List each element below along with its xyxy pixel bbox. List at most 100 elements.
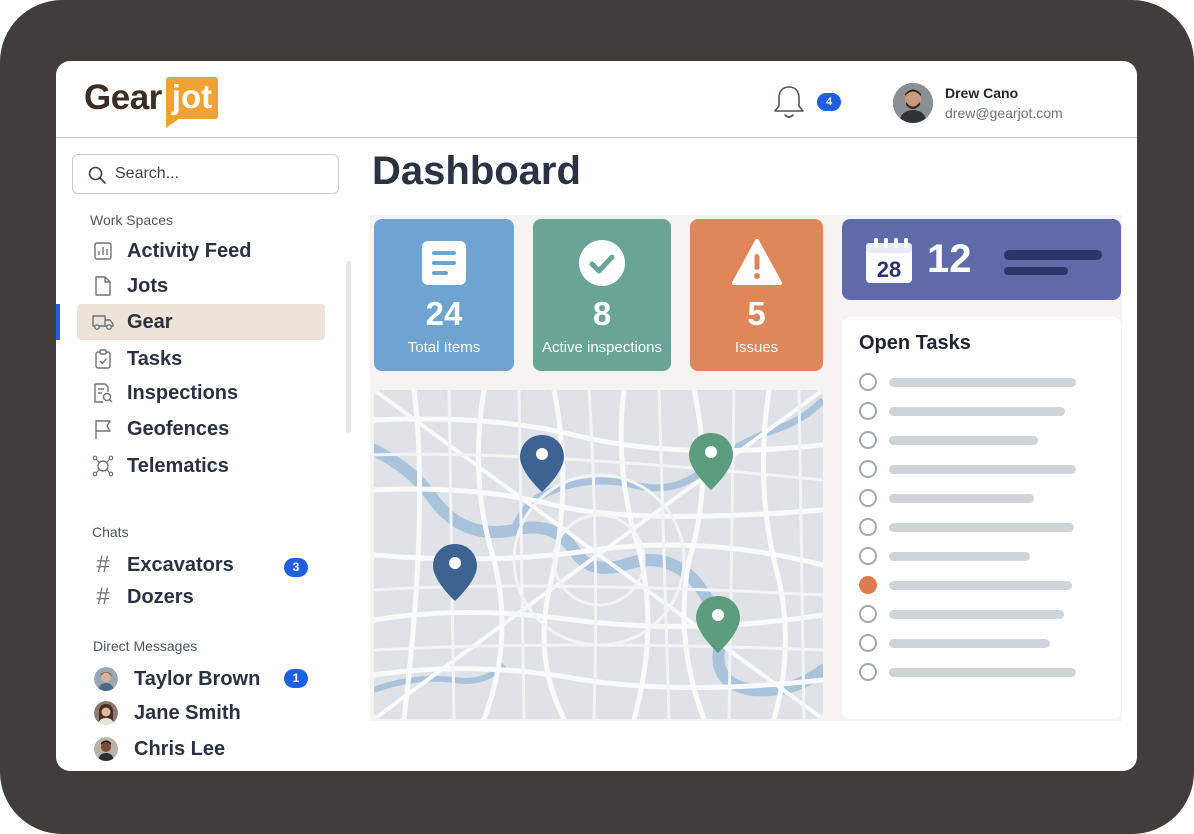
- stat-card-total-items[interactable]: 24 Total Items: [374, 219, 514, 371]
- sidebar-item-label: Tasks: [127, 347, 183, 370]
- search-box[interactable]: [72, 154, 339, 194]
- sidebar-item-label: Gear: [127, 310, 173, 333]
- task-item[interactable]: [859, 431, 1038, 449]
- sidebar-item-activity-feed[interactable]: Activity Feed: [77, 233, 325, 269]
- calendar-card[interactable]: 28 12: [842, 219, 1121, 300]
- placeholder-line: [1004, 250, 1102, 260]
- dm-item-jane-smith[interactable]: Jane Smith: [77, 695, 325, 731]
- map-view[interactable]: [374, 390, 823, 719]
- task-item[interactable]: [859, 547, 1030, 565]
- task-item[interactable]: [859, 460, 1076, 478]
- stat-label: Active inspections: [541, 339, 663, 356]
- dm-item-label: Taylor Brown: [134, 667, 261, 690]
- task-checkbox[interactable]: [859, 634, 877, 652]
- task-item[interactable]: [859, 373, 1076, 391]
- check-icon: [579, 240, 625, 286]
- task-placeholder-line: [889, 522, 1074, 532]
- task-checkbox[interactable]: [859, 460, 877, 478]
- sidebar-scrollbar[interactable]: [346, 261, 351, 433]
- sidebar-item-inspections[interactable]: Inspections: [77, 375, 325, 411]
- task-item[interactable]: [859, 634, 1050, 652]
- sidebar-item-gear[interactable]: Gear: [77, 304, 325, 340]
- stat-label: Total Items: [407, 339, 481, 356]
- search-icon: [88, 166, 106, 184]
- task-placeholder-line: [889, 551, 1030, 561]
- stat-card-issues[interactable]: 5 Issues: [690, 219, 823, 371]
- dm-item-chris-lee[interactable]: Chris Lee: [77, 731, 325, 767]
- document-icon: [91, 274, 115, 298]
- workspaces-heading: Work Spaces: [90, 212, 173, 228]
- bell-icon[interactable]: [772, 83, 806, 121]
- stat-value: 5: [747, 295, 766, 332]
- task-checkbox[interactable]: [859, 605, 877, 623]
- task-checkbox[interactable]: [859, 547, 877, 565]
- top-bar: Gear jot 4 Drew Cano drew@gearjot.com: [56, 61, 1137, 138]
- task-item[interactable]: [859, 605, 1064, 623]
- dm-item-label: Chris Lee: [134, 737, 226, 760]
- clipboard-icon: [91, 347, 115, 371]
- network-icon: [91, 454, 115, 478]
- open-tasks-panel: Open Tasks: [842, 317, 1121, 719]
- chat-item-dozers[interactable]: # Dozers: [77, 579, 325, 615]
- calendar-day: 28: [877, 257, 901, 282]
- gearjot-logo[interactable]: Gear jot: [84, 77, 219, 128]
- search-input[interactable]: [115, 155, 325, 193]
- task-item[interactable]: [859, 402, 1065, 420]
- sidebar-item-telematics[interactable]: Telematics: [77, 448, 325, 484]
- warning-icon: [731, 239, 782, 285]
- task-checkbox[interactable]: [859, 373, 877, 391]
- task-item[interactable]: [859, 663, 1076, 681]
- sidebar-item-tasks[interactable]: Tasks: [77, 341, 325, 377]
- user-name: Drew Cano: [945, 85, 1019, 101]
- sidebar-item-label: Activity Feed: [127, 239, 252, 262]
- user-avatar-image: [893, 83, 933, 123]
- task-placeholder-line: [889, 406, 1065, 416]
- task-checkbox[interactable]: [859, 518, 877, 536]
- sidebar-item-label: Inspections: [127, 381, 239, 404]
- task-placeholder-line: [889, 464, 1076, 474]
- task-placeholder-line: [889, 493, 1034, 503]
- sidebar-item-label: Geofences: [127, 417, 230, 440]
- flag-icon: [91, 417, 115, 441]
- task-checkbox[interactable]: [859, 431, 877, 449]
- list-icon: [422, 241, 466, 285]
- task-item[interactable]: [859, 576, 1072, 594]
- task-placeholder-line: [889, 377, 1076, 387]
- chat-item-label: Excavators: [127, 553, 234, 576]
- open-tasks-title: Open Tasks: [859, 332, 971, 354]
- chats-heading: Chats: [92, 524, 129, 540]
- sidebar-item-label: Telematics: [127, 454, 229, 477]
- page-title: Dashboard: [372, 149, 581, 193]
- inspection-icon: [91, 381, 115, 405]
- sidebar-item-geofences[interactable]: Geofences: [77, 411, 325, 447]
- stat-value: 8: [592, 295, 612, 332]
- calendar-count: 12: [927, 237, 972, 281]
- truck-icon: [91, 310, 115, 334]
- user-avatar[interactable]: [893, 83, 933, 123]
- app-window: Gear jot 4 Drew Cano drew@gearjot.com W: [56, 61, 1137, 771]
- user-email: drew@gearjot.com: [945, 105, 1063, 121]
- chat-item-label: Dozers: [127, 585, 194, 608]
- unread-badge: 1: [284, 669, 308, 688]
- task-item[interactable]: [859, 518, 1074, 536]
- map-canvas: [374, 390, 823, 719]
- task-checkbox[interactable]: [859, 402, 877, 420]
- task-checkbox[interactable]: [859, 576, 877, 594]
- calendar-icon: 28: [866, 238, 912, 283]
- notification-badge: 4: [817, 93, 841, 111]
- task-checkbox[interactable]: [859, 489, 877, 507]
- task-placeholder-line: [889, 580, 1072, 590]
- logo-text-jot: jot: [165, 77, 219, 128]
- stat-value: 24: [425, 295, 463, 332]
- task-placeholder-line: [889, 667, 1076, 677]
- hash-icon: #: [96, 583, 110, 610]
- sidebar-item-label: Jots: [127, 274, 169, 297]
- sidebar-item-jots[interactable]: Jots: [77, 268, 325, 304]
- task-checkbox[interactable]: [859, 663, 877, 681]
- dm-item-label: Jane Smith: [134, 701, 241, 724]
- direct-messages-heading: Direct Messages: [93, 638, 198, 654]
- task-item[interactable]: [859, 489, 1034, 507]
- unread-badge: 3: [284, 558, 308, 577]
- stat-card-active-inspections[interactable]: 8 Active inspections: [533, 219, 671, 371]
- placeholder-line: [1004, 267, 1068, 275]
